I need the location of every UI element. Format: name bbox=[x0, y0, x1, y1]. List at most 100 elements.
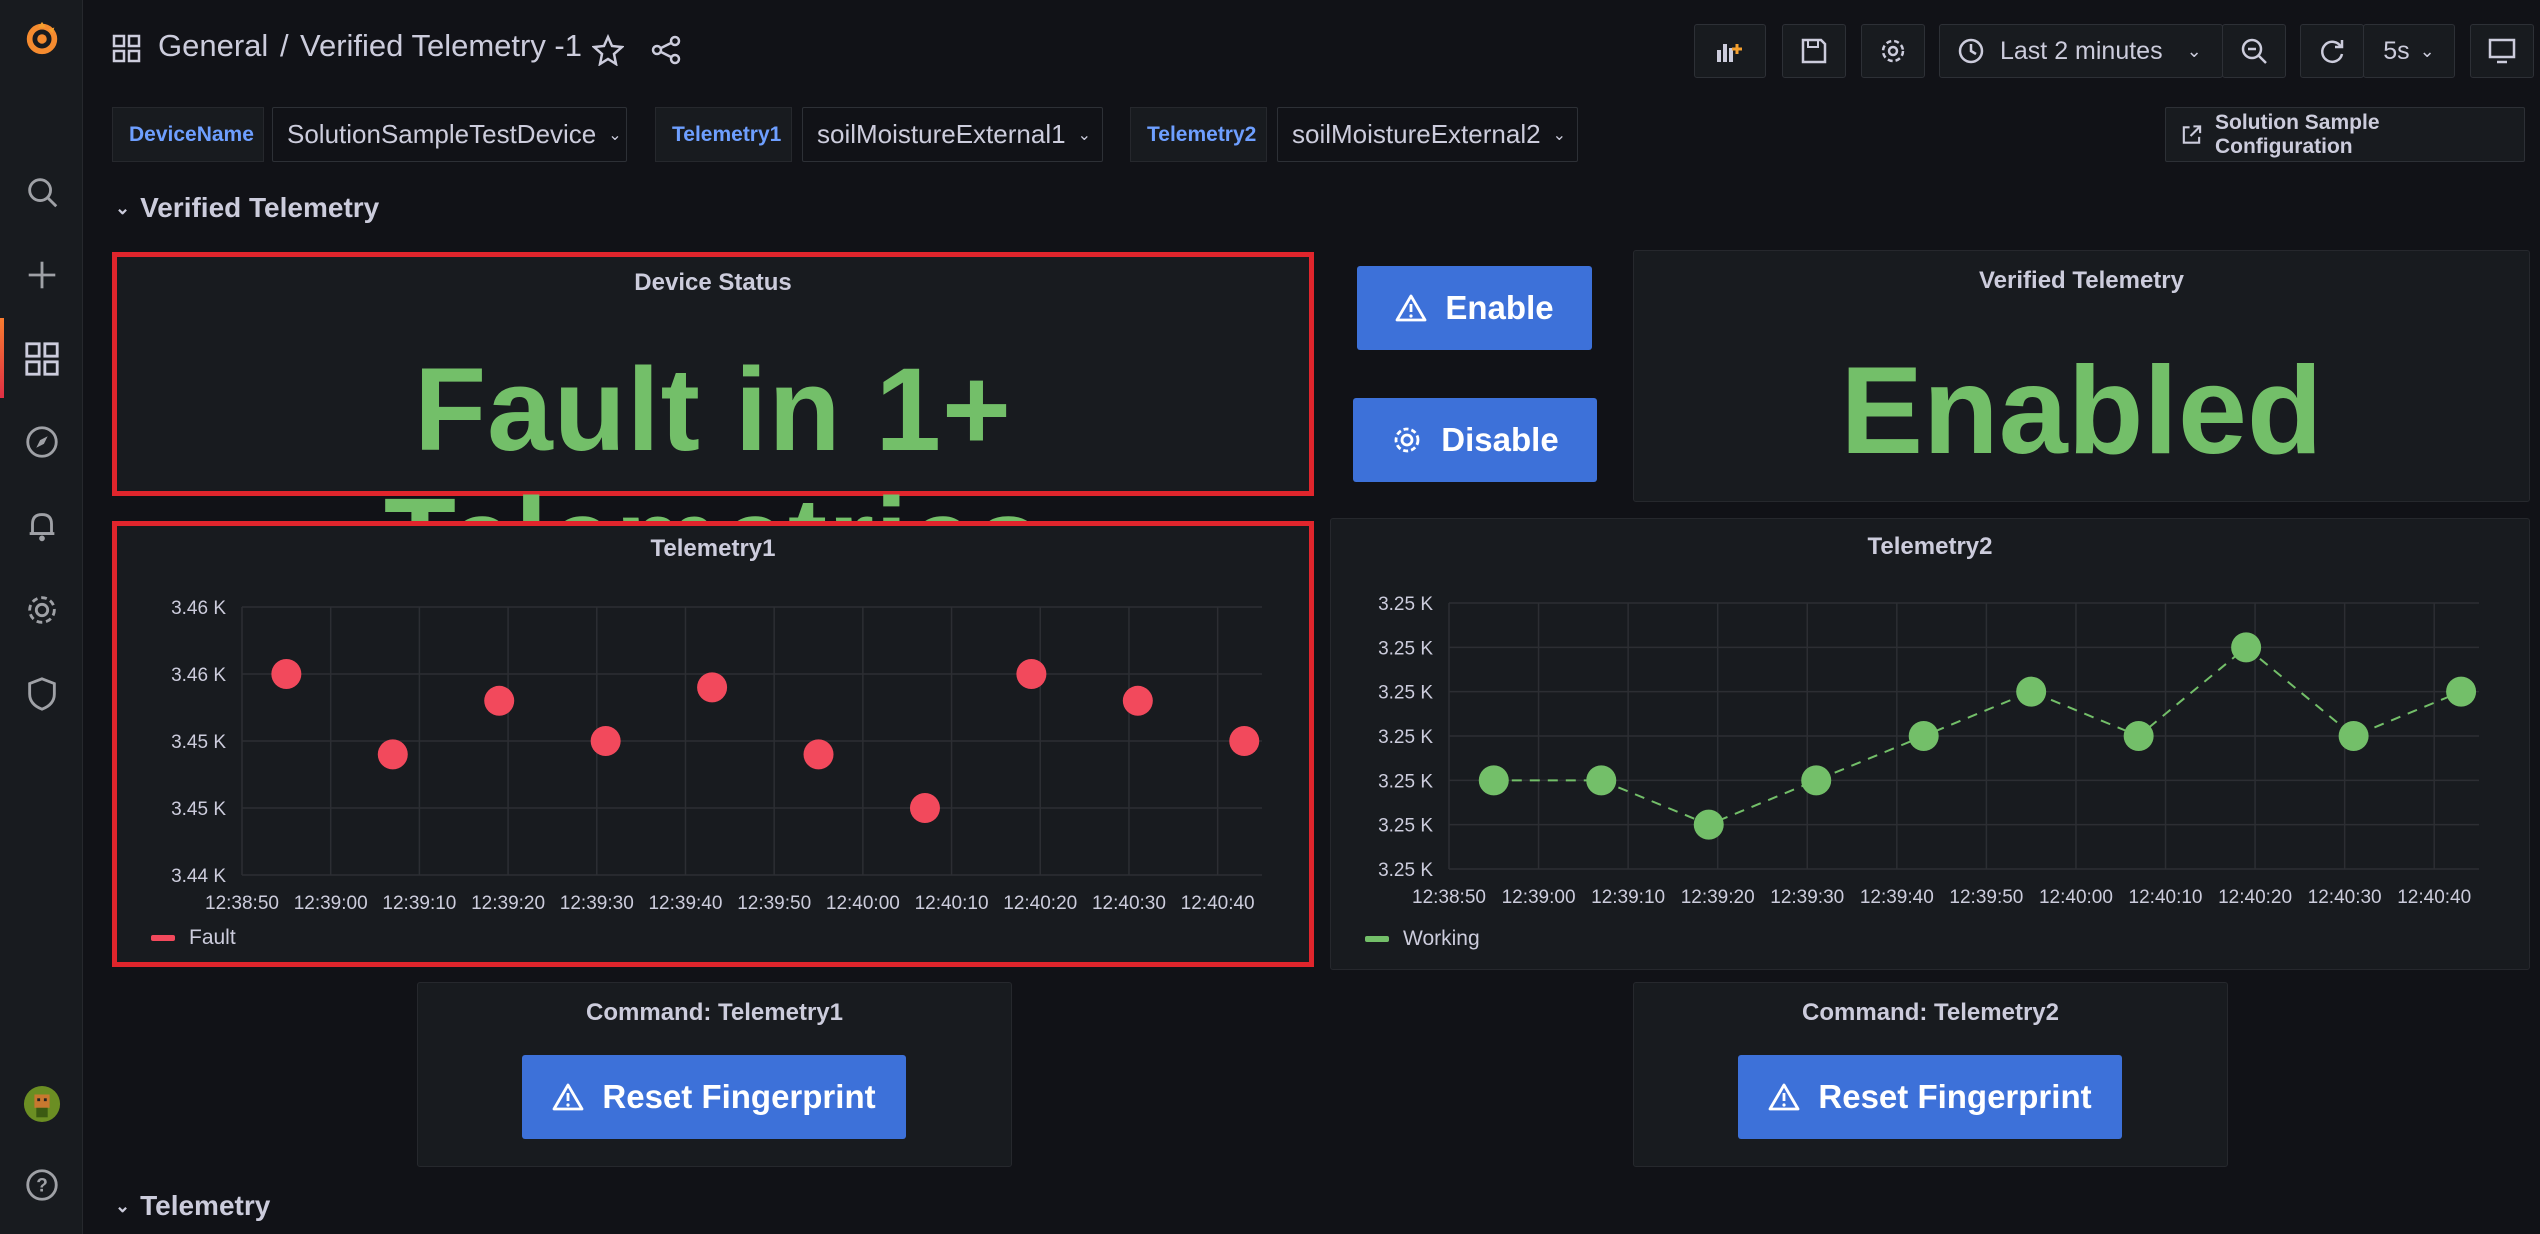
config-link-button[interactable]: Solution Sample Configuration bbox=[2165, 107, 2525, 162]
x-tick-label: 12:40:40 bbox=[1181, 893, 1255, 914]
warning-icon bbox=[1395, 294, 1427, 322]
enable-button[interactable]: Enable bbox=[1357, 266, 1592, 350]
y-tick-label: 3.25 K bbox=[1378, 860, 1433, 881]
legend-swatch bbox=[151, 935, 175, 941]
gear-icon bbox=[1394, 427, 1420, 453]
y-tick-label: 3.46 K bbox=[171, 665, 226, 686]
x-tick-label: 12:39:30 bbox=[560, 893, 634, 914]
star-icon[interactable] bbox=[591, 33, 625, 71]
x-tick-label: 12:39:30 bbox=[1770, 887, 1844, 908]
data-point bbox=[271, 659, 302, 689]
svg-text:?: ? bbox=[36, 1176, 48, 1197]
y-tick-label: 3.25 K bbox=[1378, 816, 1433, 837]
variable-label-telemetry1: Telemetry1 bbox=[655, 107, 792, 162]
y-tick-label: 3.44 K bbox=[171, 866, 226, 887]
user-avatar[interactable] bbox=[20, 1082, 64, 1126]
chart-legend[interactable]: Working bbox=[1365, 927, 1480, 951]
shield-icon[interactable] bbox=[20, 672, 64, 716]
data-point bbox=[1016, 659, 1047, 689]
legend-label: Working bbox=[1403, 927, 1480, 950]
y-tick-label: 3.46 K bbox=[171, 598, 226, 619]
x-tick-label: 12:39:20 bbox=[1681, 887, 1755, 908]
dashboards-icon[interactable] bbox=[20, 337, 64, 381]
x-tick-label: 12:40:40 bbox=[2397, 887, 2471, 908]
variable-value: soilMoistureExternal1 bbox=[817, 119, 1066, 149]
clock-icon bbox=[1958, 38, 1984, 64]
data-point bbox=[2338, 721, 2369, 751]
warning-icon bbox=[552, 1083, 584, 1111]
explore-compass-icon[interactable] bbox=[20, 420, 64, 464]
y-tick-label: 3.45 K bbox=[171, 732, 226, 753]
variable-select-telemetry2[interactable]: soilMoistureExternal2 ⌄ bbox=[1277, 107, 1578, 162]
reset-fingerprint-button-1[interactable]: Reset Fingerprint bbox=[522, 1055, 906, 1139]
disable-button[interactable]: Disable bbox=[1353, 398, 1597, 482]
variable-value: SolutionSampleTestDevice bbox=[287, 119, 597, 149]
x-tick-label: 12:39:20 bbox=[471, 893, 545, 914]
dashboard-settings-gear-icon[interactable] bbox=[1861, 24, 1925, 78]
panel-title: Command: Telemetry1 bbox=[586, 999, 843, 1026]
verified-telemetry-value: Enabled bbox=[1840, 342, 2323, 480]
data-point bbox=[2446, 676, 2477, 707]
telemetry2-panel: Telemetry2 3.25 K 3.25 K 3.25 K 3.25 K 3.25 … bbox=[1330, 518, 2530, 970]
x-tick-label: 12:40:30 bbox=[1092, 893, 1166, 914]
data-point bbox=[1478, 765, 1509, 796]
breadcrumb-separator: / bbox=[280, 28, 289, 63]
panel-title: Command: Telemetry2 bbox=[1802, 999, 2059, 1026]
reset-fingerprint-button-2[interactable]: Reset Fingerprint bbox=[1738, 1055, 2122, 1139]
x-tick-label: 12:39:10 bbox=[382, 893, 456, 914]
plus-icon[interactable] bbox=[20, 253, 64, 297]
help-icon[interactable]: ? bbox=[20, 1163, 64, 1207]
row-verified-telemetry[interactable]: ⌄ Verified Telemetry bbox=[115, 192, 379, 224]
x-tick-label: 12:39:40 bbox=[648, 893, 722, 914]
x-tick-label: 12:39:50 bbox=[1949, 887, 2023, 908]
save-icon[interactable] bbox=[1782, 24, 1846, 78]
add-panel-button[interactable] bbox=[1694, 24, 1766, 78]
x-tick-label: 12:38:50 bbox=[205, 893, 279, 914]
refresh-interval-label: 5s bbox=[2383, 36, 2410, 65]
sidebar: ? bbox=[0, 0, 83, 1234]
variable-label-telemetry2: Telemetry2 bbox=[1130, 107, 1267, 162]
reset-fingerprint-label: Reset Fingerprint bbox=[602, 1078, 876, 1115]
x-tick-label: 12:40:30 bbox=[2308, 887, 2382, 908]
search-icon[interactable] bbox=[20, 170, 64, 214]
settings-gear-icon[interactable] bbox=[20, 588, 64, 632]
chevron-down-icon: ⌄ bbox=[608, 126, 622, 144]
refresh-icon[interactable] bbox=[2300, 24, 2364, 78]
reset-fingerprint-label: Reset Fingerprint bbox=[1818, 1078, 2092, 1115]
x-tick-label: 12:39:50 bbox=[737, 893, 811, 914]
x-tick-label: 12:38:50 bbox=[1412, 887, 1486, 908]
breadcrumb-folder[interactable]: General bbox=[158, 28, 268, 64]
alerting-bell-icon[interactable] bbox=[20, 504, 64, 548]
device-status-panel: Device Status Fault in 1+ Telemetries bbox=[112, 252, 1314, 605]
time-range-picker[interactable]: Last 2 minutes ⌄ bbox=[1939, 24, 2223, 78]
legend-swatch bbox=[1365, 936, 1389, 942]
chevron-down-icon: ⌄ bbox=[2186, 40, 2202, 61]
x-tick-label: 12:40:20 bbox=[1003, 893, 1077, 914]
external-link-icon bbox=[2182, 124, 2202, 144]
variable-select-telemetry1[interactable]: soilMoistureExternal1 ⌄ bbox=[802, 107, 1103, 162]
row-telemetry[interactable]: ⌄ Telemetry bbox=[115, 1190, 270, 1222]
zoom-out-icon[interactable] bbox=[2222, 24, 2286, 78]
warning-icon bbox=[1768, 1083, 1800, 1111]
tv-mode-icon[interactable] bbox=[2470, 24, 2534, 78]
variable-value: soilMoistureExternal2 bbox=[1292, 119, 1541, 149]
data-point bbox=[377, 739, 408, 770]
chevron-down-icon: ⌄ bbox=[1552, 126, 1566, 144]
chart-legend[interactable]: Fault bbox=[151, 926, 236, 950]
data-point bbox=[484, 685, 515, 716]
panel-title: Device Status bbox=[634, 269, 792, 296]
chevron-down-icon: ⌄ bbox=[115, 1195, 131, 1216]
data-point bbox=[1229, 726, 1260, 756]
refresh-interval-picker[interactable]: 5s ⌄ bbox=[2363, 24, 2455, 78]
telemetry1-chart: 3.46 K 3.46 K 3.45 K 3.45 K 3.44 K 12:38:50 12… bbox=[171, 598, 1262, 914]
y-tick-label: 3.25 K bbox=[1378, 594, 1433, 615]
grafana-logo-icon[interactable] bbox=[20, 16, 64, 60]
dashboard-title[interactable]: Verified Telemetry -1 bbox=[300, 28, 582, 64]
variable-select-devicename[interactable]: SolutionSampleTestDevice ⌄ bbox=[272, 107, 627, 162]
x-tick-label: 12:39:00 bbox=[1502, 887, 1576, 908]
x-tick-label: 12:40:20 bbox=[2218, 887, 2292, 908]
row-title: Verified Telemetry bbox=[140, 192, 380, 223]
share-icon[interactable] bbox=[650, 34, 682, 71]
chevron-down-icon: ⌄ bbox=[115, 197, 131, 218]
x-tick-label: 12:40:10 bbox=[915, 893, 989, 914]
